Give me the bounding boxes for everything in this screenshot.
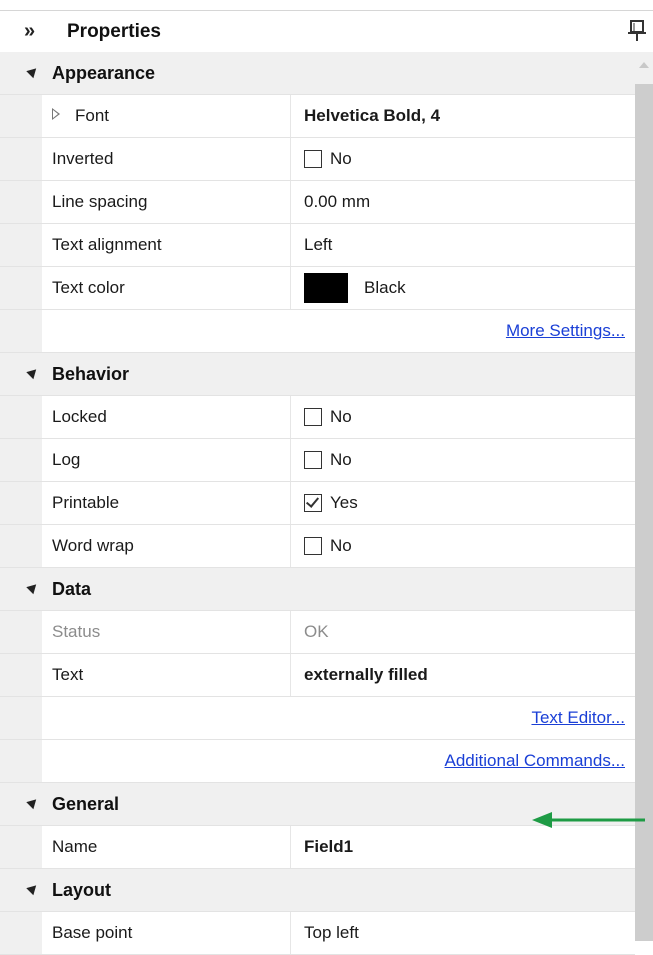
property-name: Inverted: [52, 149, 114, 168]
category-data[interactable]: Data: [0, 568, 635, 611]
property-value[interactable]: Top left: [304, 923, 359, 943]
property-value: No: [330, 536, 352, 555]
property-value[interactable]: 0.00 mm: [304, 192, 370, 212]
property-row-additional-commands: Additional Commands...: [0, 740, 635, 783]
category-label: Behavior: [52, 364, 130, 384]
vertical-scrollbar[interactable]: [635, 52, 653, 941]
property-value: No: [330, 407, 352, 426]
property-row-printable[interactable]: Printable Yes: [0, 482, 635, 525]
category-label: General: [52, 794, 120, 814]
pin-icon[interactable]: [626, 19, 650, 45]
property-row-text[interactable]: Text externally filled: [0, 654, 635, 697]
category-appearance[interactable]: Appearance: [0, 52, 635, 95]
property-name: Locked: [52, 407, 107, 426]
word-wrap-checkbox[interactable]: [304, 537, 322, 555]
scroll-up-arrow-icon[interactable]: [639, 62, 649, 68]
additional-commands-link[interactable]: Additional Commands...: [445, 751, 625, 771]
property-value[interactable]: Field1: [304, 837, 353, 857]
property-name: Text: [52, 665, 84, 684]
property-name: Text alignment: [52, 235, 162, 254]
locked-checkbox[interactable]: [304, 408, 322, 426]
category-behavior[interactable]: Behavior: [0, 353, 635, 396]
property-row-locked[interactable]: Locked No: [0, 396, 635, 439]
property-row-log[interactable]: Log No: [0, 439, 635, 482]
property-row-word-wrap[interactable]: Word wrap No: [0, 525, 635, 568]
text-editor-link[interactable]: Text Editor...: [531, 708, 625, 728]
property-name: Printable: [52, 493, 120, 512]
property-value[interactable]: Left: [304, 235, 332, 255]
property-name: Word wrap: [52, 536, 134, 555]
property-name: Line spacing: [52, 192, 148, 211]
collapse-panel-button[interactable]: »: [24, 20, 35, 43]
property-value: No: [330, 149, 352, 168]
collapse-triangle-icon[interactable]: [26, 365, 40, 380]
log-checkbox[interactable]: [304, 451, 322, 469]
collapse-triangle-icon[interactable]: [26, 795, 40, 810]
property-value[interactable]: Helvetica Bold, 4: [304, 106, 440, 126]
property-row-text-editor: Text Editor...: [0, 697, 635, 740]
properties-panel: » Properties Appearance Font Helvetica B…: [0, 0, 653, 955]
property-name: Font: [75, 106, 110, 125]
category-layout[interactable]: Layout: [0, 869, 635, 912]
color-swatch[interactable]: [304, 273, 348, 303]
property-row-text-color[interactable]: Text color Black: [0, 267, 635, 310]
property-row-font[interactable]: Font Helvetica Bold, 4: [0, 95, 635, 138]
property-row-line-spacing[interactable]: Line spacing 0.00 mm: [0, 181, 635, 224]
property-name: Name: [52, 837, 98, 856]
collapse-triangle-icon[interactable]: [26, 580, 40, 595]
property-row-text-alignment[interactable]: Text alignment Left: [0, 224, 635, 267]
property-value: Black: [364, 278, 406, 297]
panel-header: » Properties: [0, 10, 653, 53]
property-name: Log: [52, 450, 81, 469]
category-label: Appearance: [52, 63, 156, 83]
category-label: Data: [52, 579, 92, 599]
annotation-arrow-icon: [532, 812, 645, 828]
printable-checkbox[interactable]: [304, 494, 322, 512]
collapse-triangle-icon[interactable]: [26, 64, 40, 79]
panel-title: Properties: [67, 21, 161, 42]
property-value[interactable]: externally filled: [304, 665, 428, 685]
property-row-status: Status OK: [0, 611, 635, 654]
property-row-base-point[interactable]: Base point Top left: [0, 912, 635, 955]
property-value: OK: [304, 622, 329, 641]
inverted-checkbox[interactable]: [304, 150, 322, 168]
property-row-more-settings: More Settings...: [0, 310, 635, 353]
property-row-inverted[interactable]: Inverted No: [0, 138, 635, 181]
property-value: No: [330, 450, 352, 469]
property-name: Text color: [52, 278, 125, 297]
property-row-name[interactable]: Name Field1: [0, 826, 635, 869]
property-name: Status: [52, 622, 101, 641]
property-value: Yes: [330, 493, 358, 512]
property-name: Base point: [52, 923, 133, 942]
collapse-triangle-icon[interactable]: [26, 881, 40, 896]
expand-arrow-icon[interactable]: [52, 108, 60, 120]
category-label: Layout: [52, 880, 112, 900]
more-settings-link[interactable]: More Settings...: [506, 321, 625, 341]
